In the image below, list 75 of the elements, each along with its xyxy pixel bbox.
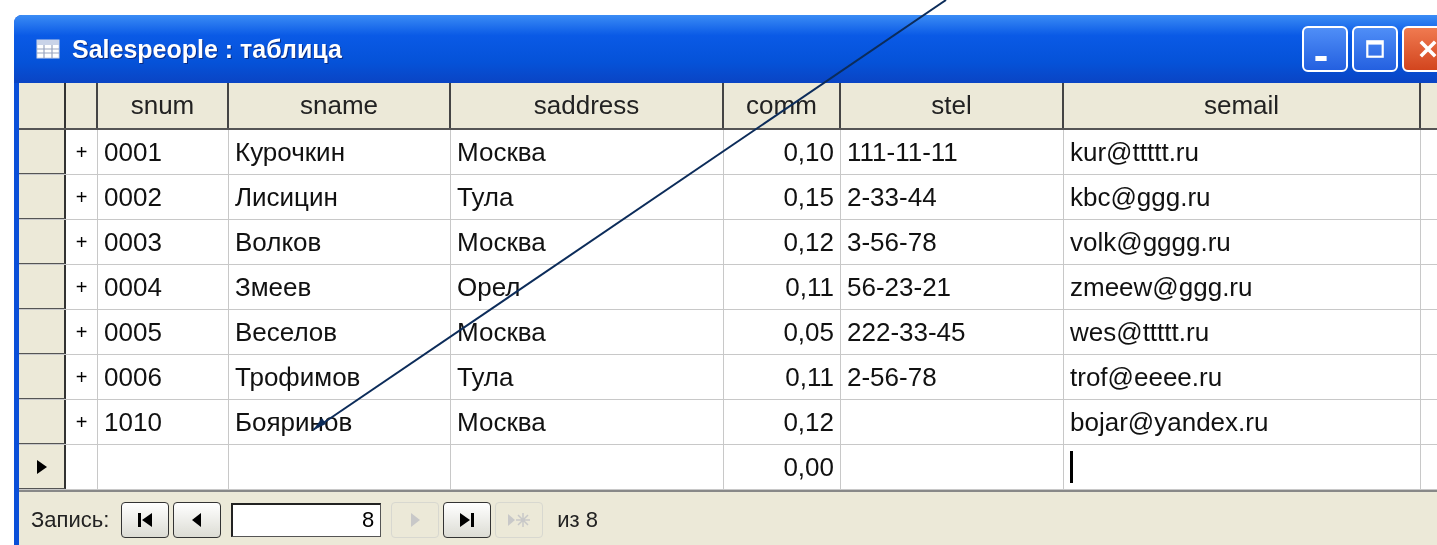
text-cursor <box>1070 451 1073 483</box>
table-cell-text: Тула <box>457 181 514 214</box>
table-cell-text: kbc@ggg.ru <box>1070 181 1211 214</box>
table-cell-text: 3-56-78 <box>847 226 937 259</box>
table-cell-text: 0001 <box>104 136 162 169</box>
table-cell-text: 0005 <box>104 316 162 349</box>
prev-record-button[interactable] <box>173 501 222 538</box>
record-selector[interactable] <box>19 445 66 489</box>
column-header[interactable]: saddress <box>451 83 724 128</box>
table-icon <box>36 39 60 59</box>
minimize-button[interactable] <box>1302 26 1348 72</box>
table-cell-text: Тула <box>457 361 514 394</box>
expand-toggle[interactable]: + <box>75 230 88 254</box>
maximize-button[interactable] <box>1352 26 1398 72</box>
table-cell-text: Москва <box>457 406 546 439</box>
table-cell-text: kur@ttttt.ru <box>1070 136 1199 169</box>
record-count: из 8 <box>557 506 599 533</box>
table-cell-text: Орел <box>457 271 521 304</box>
maximize-icon <box>1364 38 1386 60</box>
table-cell-text: 0004 <box>104 271 162 304</box>
table-cell-text: volk@gggg.ru <box>1070 226 1231 259</box>
table-cell-text: 0003 <box>104 226 162 259</box>
table-cell-text: 0,05 <box>783 316 834 349</box>
table-cell-text: Трофимов <box>235 361 361 394</box>
window-title: Salespeople : таблица <box>72 34 342 64</box>
column-header[interactable]: semail <box>1064 83 1421 128</box>
table-cell-text: 56-23-21 <box>847 271 952 304</box>
table-cell-text: 0,11 <box>785 361 834 394</box>
table-cell-text: 0,12 <box>783 226 834 259</box>
column-header[interactable]: stel <box>841 83 1064 128</box>
column-header[interactable]: snum <box>98 83 229 128</box>
record-selector[interactable] <box>19 310 66 354</box>
table-cell-text: wes@ttttt.ru <box>1070 316 1210 349</box>
record-selector[interactable] <box>19 220 66 264</box>
table-cell-text: bojar@yandex.ru <box>1070 406 1269 439</box>
record-selector[interactable] <box>19 265 66 309</box>
expand-toggle[interactable]: + <box>75 185 88 209</box>
table-cell-text: Москва <box>457 136 546 169</box>
table-cell-text: 111-11-11 <box>847 136 958 169</box>
first-record-button[interactable] <box>121 501 170 538</box>
table-cell-text: Веселов <box>235 316 338 349</box>
expand-toggle[interactable]: + <box>75 410 88 434</box>
table-cell-text: zmeew@ggg.ru <box>1070 271 1253 304</box>
table-cell-text: 0,00 <box>783 451 834 484</box>
table-cell-text: 0006 <box>104 361 162 394</box>
table-cell-text: 0,12 <box>783 406 834 439</box>
expand-toggle[interactable]: + <box>75 365 88 389</box>
table-cell-text: 0,11 <box>785 271 834 304</box>
column-header[interactable]: sname <box>229 83 451 128</box>
table-cell-text: 222-33-45 <box>847 316 966 349</box>
table-cell-text: 2-56-78 <box>847 361 937 394</box>
table-cell-text: 0002 <box>104 181 162 214</box>
record-selector[interactable] <box>19 400 66 444</box>
table-cell-text: Курочкин <box>235 136 345 169</box>
table-cell-text: 2-33-44 <box>847 181 937 214</box>
minimize-icon <box>1315 55 1327 61</box>
expand-toggle[interactable]: + <box>75 320 88 344</box>
table-cell-text: 0,10 <box>783 136 834 169</box>
expand-toggle[interactable]: + <box>75 140 88 164</box>
table-cell-text: Москва <box>457 226 546 259</box>
expand-toggle[interactable]: + <box>75 275 88 299</box>
table-cell-text: Москва <box>457 316 546 349</box>
table-cell-text: 1010 <box>104 406 162 439</box>
record-selector[interactable] <box>19 355 66 399</box>
table-cell-text: trof@eeee.ru <box>1070 361 1223 394</box>
record-number-field[interactable]: 8 <box>231 502 382 537</box>
table-cell-text: 0,15 <box>783 181 834 214</box>
last-record-button[interactable] <box>443 501 492 538</box>
current-record-icon <box>35 458 48 475</box>
table-cell-text: Змеев <box>235 271 312 304</box>
table-cell-text: Волков <box>235 226 322 259</box>
table-cell-text: Лисицин <box>235 181 338 214</box>
record-label: Запись: <box>31 506 110 533</box>
record-selector[interactable] <box>19 175 66 219</box>
record-selector[interactable] <box>19 130 66 174</box>
